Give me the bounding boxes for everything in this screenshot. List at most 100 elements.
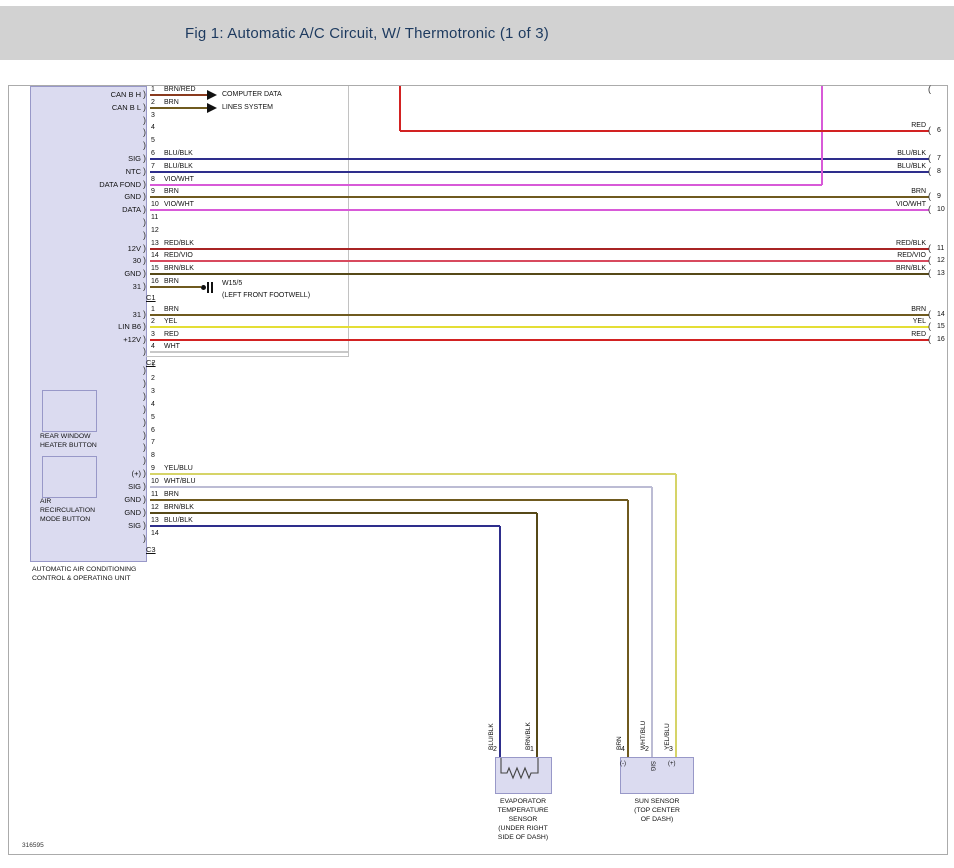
pin-number: 2 bbox=[151, 318, 155, 326]
document-number: 316595 bbox=[22, 842, 44, 849]
ground-point-icon bbox=[211, 282, 213, 293]
wire-color-label: VIO/WHT bbox=[164, 201, 194, 209]
wire-segment bbox=[150, 326, 929, 328]
pin-bracket: ( bbox=[928, 166, 931, 176]
pin-number: 12 bbox=[937, 257, 945, 265]
pin-bracket: ) bbox=[143, 494, 146, 504]
signal-label: GND bbox=[55, 508, 141, 517]
pin-bracket: ) bbox=[143, 378, 146, 388]
pin-number: 7 bbox=[151, 163, 155, 171]
pin-bracket: ( bbox=[928, 243, 931, 253]
wire-segment bbox=[400, 130, 929, 132]
pin-bracket: ) bbox=[143, 417, 146, 427]
terminal-label: (+) bbox=[668, 761, 676, 767]
pin-number: 15 bbox=[151, 265, 159, 273]
pin-bracket: ) bbox=[143, 281, 146, 291]
wire-color-label: RED/VIO bbox=[830, 252, 926, 260]
wire-color-label: RED/VIO bbox=[164, 252, 193, 260]
wire-color-label: RED bbox=[830, 331, 926, 339]
wire-color-label: YEL bbox=[830, 318, 926, 326]
pin-bracket: ( bbox=[928, 334, 931, 344]
wire-color-label: YEL/BLU bbox=[164, 465, 193, 473]
pin-number: 6 bbox=[151, 427, 155, 435]
wire-color-label: WHT/BLU bbox=[164, 478, 196, 486]
pin-number: 10 bbox=[151, 201, 159, 209]
pin-bracket: ) bbox=[143, 115, 146, 125]
pin-number: 13 bbox=[151, 517, 159, 525]
pin-number: 9 bbox=[937, 193, 941, 201]
wire-color-label: YEL bbox=[164, 318, 177, 326]
wire-segment bbox=[150, 94, 207, 96]
pin-bracket: ) bbox=[143, 179, 146, 189]
pin-bracket: ) bbox=[143, 481, 146, 491]
pin-bracket: ) bbox=[143, 468, 146, 478]
wire-segment bbox=[821, 86, 823, 185]
wire-segment bbox=[150, 525, 500, 527]
pin-number: 11 bbox=[937, 245, 944, 253]
pin-number: 16 bbox=[937, 336, 945, 344]
wire-color-label-vertical: BRN/BLK bbox=[525, 692, 532, 750]
wire-color-label: BRN/BLK bbox=[164, 504, 194, 512]
pin-bracket: ) bbox=[143, 191, 146, 201]
pin-number: 6 bbox=[937, 127, 941, 135]
pin-number: 13 bbox=[151, 240, 159, 248]
pin-number: 2 bbox=[151, 99, 155, 107]
wire-segment bbox=[150, 512, 537, 514]
pin-bracket: ) bbox=[143, 321, 146, 331]
pin-number: 8 bbox=[151, 452, 155, 460]
wire-color-label: RED bbox=[830, 122, 926, 130]
wire-segment bbox=[150, 314, 929, 316]
pin-bracket: ) bbox=[143, 255, 146, 265]
wire-color-label: BRN bbox=[164, 306, 179, 314]
wire-color-label: BRN bbox=[164, 99, 179, 107]
pin-number: 5 bbox=[151, 414, 155, 422]
pin-number: 10 bbox=[937, 206, 945, 214]
wire-segment bbox=[651, 487, 653, 757]
pin-number: 3 bbox=[151, 331, 155, 339]
wire-color-label: WHT bbox=[164, 343, 180, 351]
pin-number: 14 bbox=[937, 311, 945, 319]
pin-bracket: ( bbox=[928, 309, 931, 319]
pin-bracket: ) bbox=[143, 520, 146, 530]
pin-bracket: ) bbox=[143, 455, 146, 465]
wire-color-label: BRN/BLK bbox=[164, 265, 194, 273]
wire-segment bbox=[150, 286, 201, 288]
wire-segment bbox=[150, 171, 929, 173]
wire-segment bbox=[675, 474, 677, 757]
pin-bracket: ( bbox=[928, 204, 931, 214]
wire-segment bbox=[150, 473, 676, 475]
wire-color-label: BRN bbox=[830, 306, 926, 314]
wire-color-label-vertical: BRN bbox=[616, 692, 623, 750]
pin-bracket: ) bbox=[143, 102, 146, 112]
pin-number: 2 bbox=[151, 375, 155, 383]
pin-number: 6 bbox=[151, 150, 155, 158]
signal-label: SIG bbox=[55, 521, 141, 530]
rear-window-heater-button-label: REAR WINDOW HEATER BUTTON bbox=[40, 432, 97, 450]
wire-color-label: BRN bbox=[830, 188, 926, 196]
connector-frame-line-horizontal bbox=[146, 356, 349, 357]
pin-bracket: ) bbox=[143, 243, 146, 253]
ground-point-icon bbox=[201, 285, 206, 290]
pin-number: 9 bbox=[151, 188, 155, 196]
wire-segment bbox=[627, 500, 629, 757]
pin-bracket: ) bbox=[143, 230, 146, 240]
pin-bracket: ) bbox=[143, 346, 146, 356]
wire-color-label: BRN bbox=[164, 188, 179, 196]
pin-bracket: ( bbox=[928, 125, 931, 135]
pin-number: 14 bbox=[151, 252, 159, 260]
pin-number: 9 bbox=[151, 465, 155, 473]
pin-bracket: ) bbox=[143, 430, 146, 440]
pin-bracket: ) bbox=[143, 166, 146, 176]
pin-number: 13 bbox=[937, 270, 945, 278]
pin-number: 4 bbox=[151, 343, 155, 351]
wire-segment bbox=[536, 513, 538, 757]
wire-color-label: VIO/WHT bbox=[164, 176, 194, 184]
pin-bracket: ) bbox=[143, 404, 146, 414]
wire-segment bbox=[150, 260, 929, 262]
pin-number: 1 bbox=[151, 86, 155, 94]
pin-number: 3 bbox=[151, 388, 155, 396]
pin-bracket: ) bbox=[143, 204, 146, 214]
pin-bracket: ( bbox=[928, 268, 931, 278]
signal-label: GND bbox=[55, 192, 141, 201]
pin-bracket: ) bbox=[143, 334, 146, 344]
